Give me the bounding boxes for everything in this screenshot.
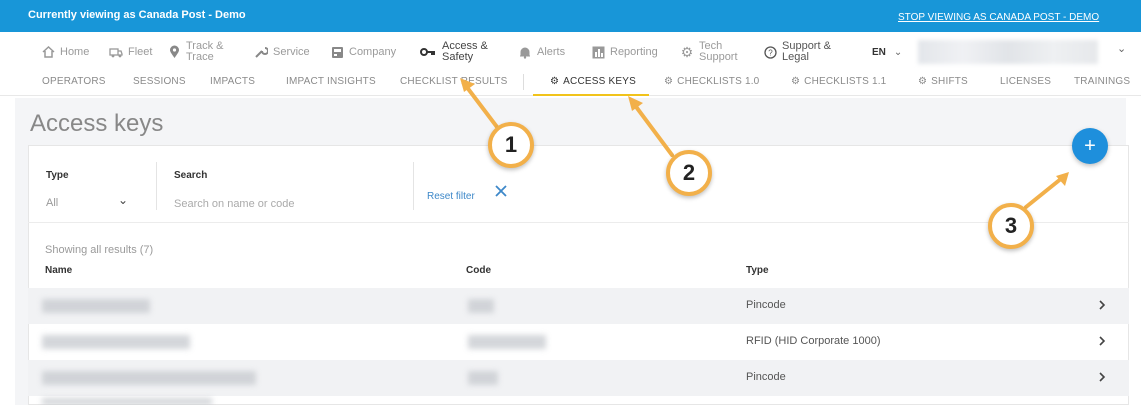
bell-icon: [518, 45, 532, 59]
language-selector[interactable]: EN ⌄: [872, 36, 902, 68]
page-title: Access keys: [30, 110, 164, 137]
nav-track-trace[interactable]: Track & Trace: [167, 36, 224, 68]
tab-shifts-label: SHIFTS: [931, 76, 968, 87]
column-header-type: Type: [746, 265, 769, 276]
row-name-redacted: [42, 371, 256, 385]
tab-access-keys-label: ACCESS KEYS: [563, 76, 636, 87]
chevron-down-icon: ⌄: [893, 46, 903, 58]
chevron-right-icon: [1098, 370, 1106, 388]
main-navigation: Home Fleet Track & Trace Service Company …: [25, 36, 1135, 68]
filter-divider: [156, 162, 157, 210]
nav-tech-support-label: Tech Support: [699, 40, 738, 63]
chevron-down-icon[interactable]: ⌄: [1117, 42, 1126, 55]
key-icon: [419, 45, 437, 59]
subnav-divider: [523, 74, 524, 90]
gear-icon: ⚙: [550, 76, 560, 87]
search-label: Search: [174, 170, 208, 181]
fleet-icon: [109, 45, 123, 59]
nav-support-legal[interactable]: ? Support & Legal: [763, 36, 831, 68]
chevron-right-icon: [1098, 298, 1106, 316]
tab-shifts[interactable]: ⚙ SHIFTS: [918, 76, 968, 87]
tab-checklists-1-0[interactable]: ⚙ CHECKLISTS 1.0: [664, 76, 759, 87]
row-code-redacted: [468, 335, 546, 349]
chart-icon: [591, 45, 605, 59]
table-row[interactable]: [28, 396, 1129, 405]
nav-fleet-label: Fleet: [128, 46, 153, 58]
nav-track-trace-label: Track & Trace: [186, 40, 224, 63]
row-name-redacted: [42, 335, 190, 349]
tab-checklists-1-0-label: CHECKLISTS 1.0: [677, 76, 760, 87]
banner-text: Currently viewing as Canada Post - Demo: [28, 9, 246, 21]
tab-operators[interactable]: OPERATORS: [42, 76, 106, 87]
gear-icon: ⚙: [664, 76, 674, 87]
filter-divider: [413, 162, 414, 210]
nav-access-safety[interactable]: Access & Safety: [419, 36, 488, 68]
tab-checklists-1-1[interactable]: ⚙ CHECKLISTS 1.1: [791, 76, 886, 87]
gear-icon: ⚙: [918, 76, 928, 87]
tab-trainings[interactable]: TRAININGS: [1074, 76, 1130, 87]
chevron-down-icon[interactable]: ⌄: [118, 193, 128, 207]
nav-reporting-label: Reporting: [610, 46, 658, 58]
home-icon: [41, 45, 55, 59]
table-row[interactable]: Pincode: [28, 288, 1129, 324]
column-header-code: Code: [466, 265, 491, 276]
type-filter-label: Type: [46, 170, 69, 181]
tab-impacts[interactable]: IMPACTS: [210, 76, 255, 87]
callout-3: 3: [988, 203, 1034, 249]
map-pin-icon: [167, 45, 181, 59]
svg-text:?: ?: [768, 48, 773, 57]
results-summary: Showing all results (7): [45, 244, 154, 256]
nav-service-label: Service: [273, 46, 310, 58]
nav-home[interactable]: Home: [41, 36, 89, 68]
row-name-redacted: [42, 299, 150, 313]
language-label: EN: [872, 46, 886, 58]
tab-licenses[interactable]: LICENSES: [1000, 76, 1051, 87]
building-icon: [330, 45, 344, 59]
type-filter-select[interactable]: All: [46, 197, 58, 209]
column-header-name: Name: [45, 265, 73, 276]
search-input[interactable]: Search on name or code: [174, 198, 294, 210]
table-row[interactable]: RFID (HID Corporate 1000): [28, 324, 1129, 360]
nav-reporting[interactable]: Reporting: [591, 36, 658, 68]
table-row[interactable]: Pincode: [28, 360, 1129, 396]
tab-impact-insights[interactable]: IMPACT INSIGHTS: [286, 76, 376, 87]
callout-2: 2: [666, 150, 712, 196]
tab-access-keys[interactable]: ⚙ ACCESS KEYS: [550, 76, 636, 87]
row-code-redacted: [468, 299, 494, 313]
gear-icon: ⚙: [680, 43, 694, 60]
tab-checklist-results[interactable]: CHECKLIST RESULTS: [400, 76, 508, 87]
callout-1: 1: [488, 122, 534, 168]
nav-service[interactable]: Service: [254, 36, 310, 68]
tab-checklists-1-1-label: CHECKLISTS 1.1: [804, 76, 887, 87]
row-code-redacted: [468, 371, 498, 385]
active-tab-indicator: [533, 94, 649, 96]
nav-fleet[interactable]: Fleet: [109, 36, 152, 68]
user-account-menu[interactable]: [918, 40, 1098, 64]
row-name-redacted: [42, 398, 212, 405]
divider: [28, 222, 1129, 223]
nav-support-legal-label: Support & Legal: [782, 40, 831, 63]
tab-sessions[interactable]: SESSIONS: [133, 76, 186, 87]
help-icon: ?: [763, 45, 777, 59]
plus-icon: +: [1084, 135, 1096, 157]
reset-filter-link[interactable]: Reset filter: [427, 191, 475, 202]
nav-alerts[interactable]: Alerts: [518, 36, 565, 68]
gear-icon: ⚙: [791, 76, 801, 87]
nav-home-label: Home: [60, 46, 90, 58]
close-icon[interactable]: [494, 184, 508, 203]
stop-viewing-link[interactable]: STOP VIEWING AS CANADA POST - DEMO: [898, 12, 1099, 23]
nav-company[interactable]: Company: [330, 36, 396, 68]
nav-tech-support[interactable]: ⚙ Tech Support: [680, 36, 738, 68]
nav-access-safety-label: Access & Safety: [442, 40, 488, 63]
nav-company-label: Company: [349, 46, 397, 58]
row-type: Pincode: [746, 299, 786, 311]
wrench-icon: [254, 45, 268, 59]
chevron-right-icon: [1098, 334, 1106, 352]
add-access-key-button[interactable]: +: [1072, 128, 1108, 164]
nav-alerts-label: Alerts: [537, 46, 566, 58]
row-type: RFID (HID Corporate 1000): [746, 335, 881, 347]
impersonation-banner: Currently viewing as Canada Post - Demo …: [0, 0, 1141, 32]
row-type: Pincode: [746, 371, 786, 383]
